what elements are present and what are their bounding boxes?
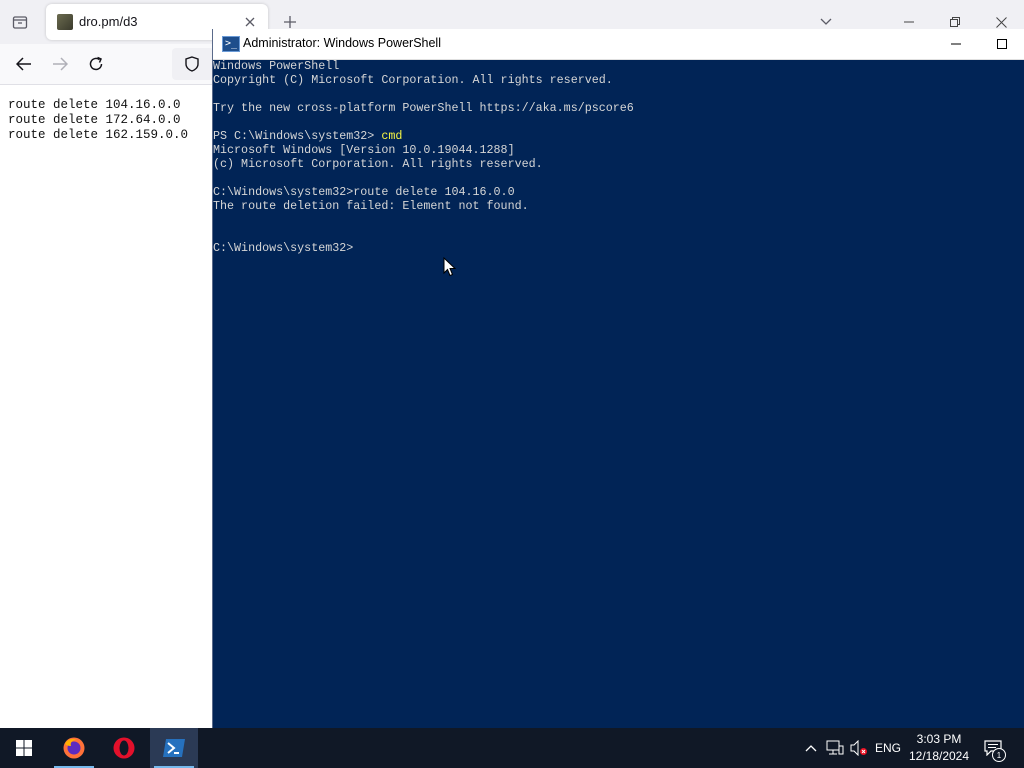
tracking-protection-shield-icon[interactable] [180,52,204,76]
powershell-maximize-icon[interactable] [979,29,1024,59]
start-button[interactable] [0,728,48,768]
reload-icon[interactable] [84,52,108,76]
mouse-pointer-icon [443,257,457,277]
console-prompt: PS C:\Windows\system32> [213,129,382,143]
volume-muted-icon[interactable] [848,728,870,768]
powershell-title-bar[interactable]: >_ Administrator: Windows PowerShell [213,29,1024,60]
opera-icon [113,737,135,759]
clock-time: 3:03 PM [916,732,962,746]
firefox-icon [63,737,85,759]
site-favicon-icon [57,14,73,30]
clock-date: 12/18/2024 [908,749,970,763]
page-text-line: route delete 104.16.0.0 [8,98,181,112]
tab-overview-icon[interactable] [8,10,32,34]
console-line: The route deletion failed: Element not f… [213,199,529,213]
windows-taskbar: ENG 3:03 PM 12/18/2024 1 [0,728,1024,768]
input-language-indicator[interactable]: ENG [872,728,904,768]
console-line: Windows PowerShell [213,59,340,73]
powershell-minimize-icon[interactable] [933,29,979,59]
powershell-console-output[interactable]: Windows PowerShell Copyright (C) Microso… [213,59,1024,749]
action-center-notification-icon[interactable]: 1 [978,728,1008,768]
taskbar-firefox-button[interactable] [50,728,98,768]
taskbar-opera-button[interactable] [100,728,148,768]
notification-count-badge: 1 [992,748,1006,762]
show-hidden-icons-chevron-up-icon[interactable] [800,728,822,768]
powershell-icon [163,739,185,757]
console-line: PS C:\Windows\system32> cmd [213,129,1024,143]
console-command: cmd [381,129,403,143]
forward-arrow-icon[interactable] [48,52,72,76]
taskbar-powershell-button[interactable] [150,728,198,768]
page-text-line: route delete 162.159.0.0 [8,128,189,142]
tab-title: dro.pm/d3 [79,14,138,29]
back-arrow-icon[interactable] [12,52,36,76]
network-icon[interactable] [824,728,846,768]
web-page-content: route delete 104.16.0.0 route delete 172… [0,85,212,728]
console-line: Copyright (C) Microsoft Corporation. All… [213,73,613,87]
console-line: (c) Microsoft Corporation. All rights re… [213,157,543,171]
console-prompt-line[interactable]: C:\Windows\system32> [213,241,1024,255]
powershell-window-title: Administrator: Windows PowerShell [243,36,441,50]
console-line: Try the new cross-platform PowerShell ht… [213,101,634,115]
powershell-window[interactable]: >_ Administrator: Windows PowerShell Win… [212,29,1024,749]
page-text-line: route delete 172.64.0.0 [8,113,181,127]
taskbar-clock[interactable]: 3:03 PM 12/18/2024 [906,731,972,765]
console-line: C:\Windows\system32>route delete 104.16.… [213,185,515,199]
windows-logo-icon [16,740,32,756]
powershell-icon: >_ [222,36,240,52]
console-line: Microsoft Windows [Version 10.0.19044.12… [213,143,515,157]
